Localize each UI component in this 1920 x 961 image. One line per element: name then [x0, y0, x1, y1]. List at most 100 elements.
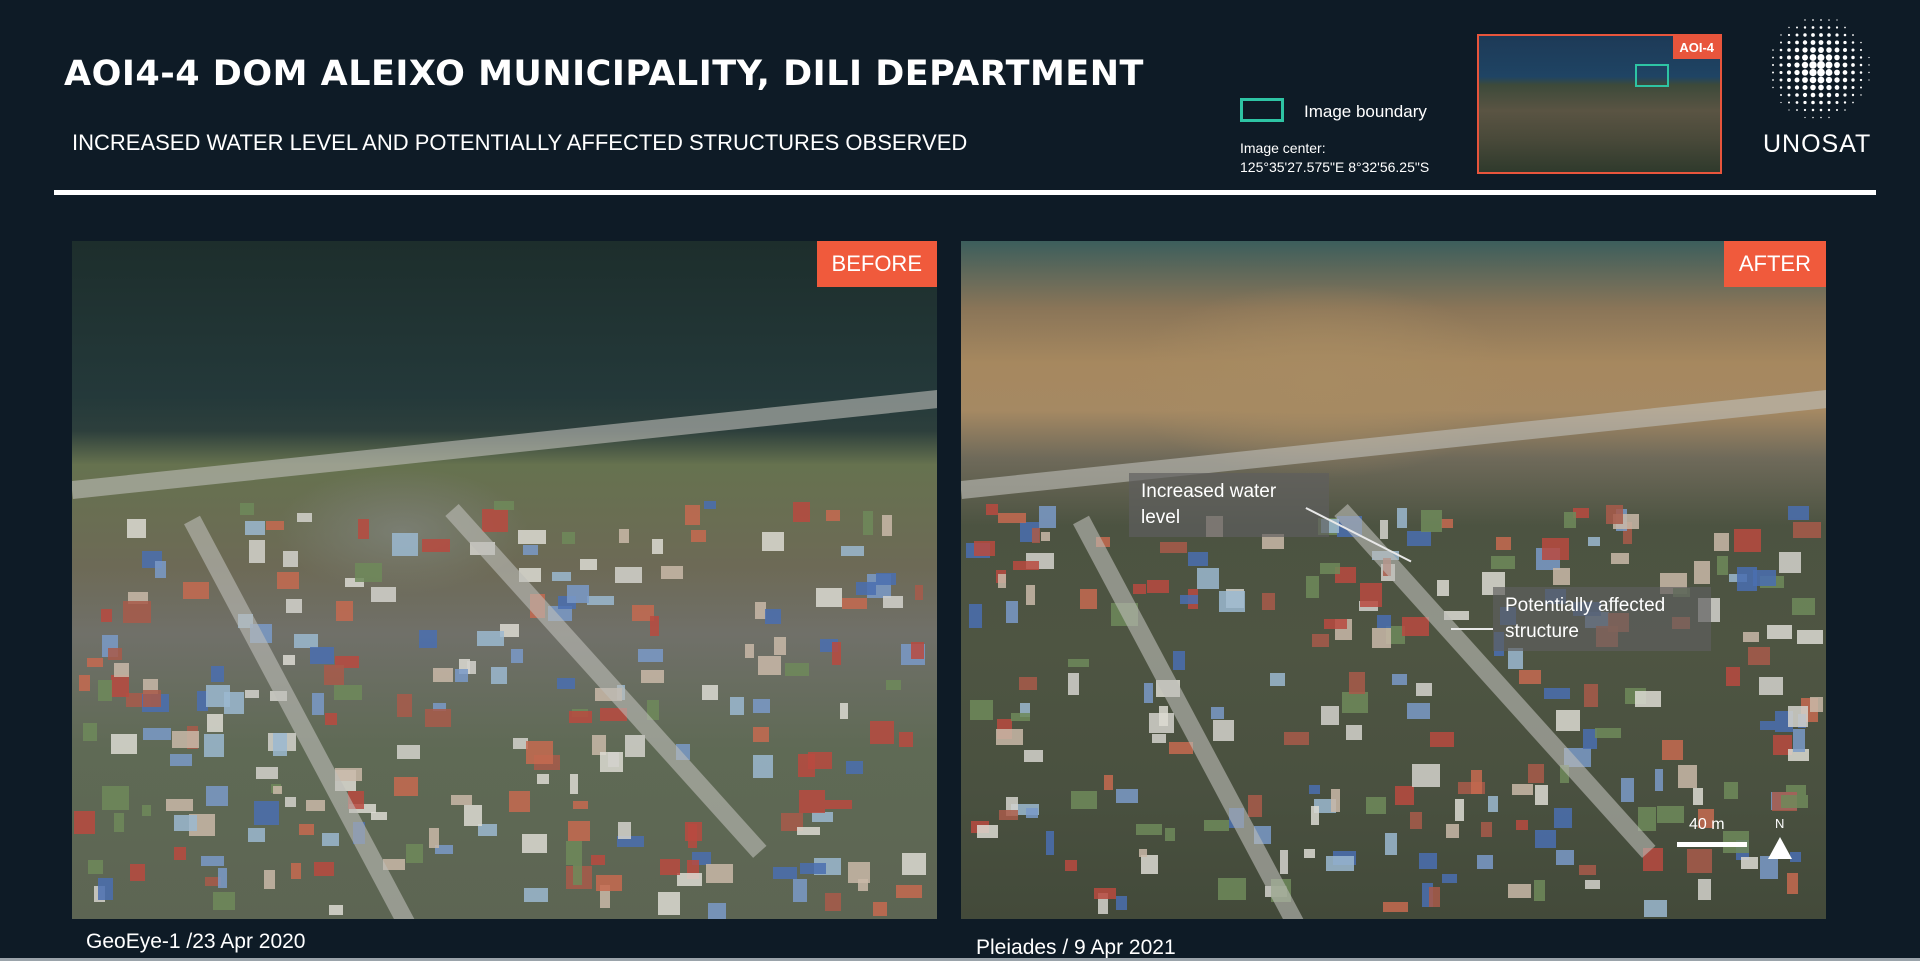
building-roof	[1792, 598, 1815, 615]
building-roof	[625, 735, 645, 757]
building-roof	[832, 642, 841, 665]
building-roof	[1407, 703, 1430, 719]
building-roof	[1080, 589, 1097, 609]
building-roof	[518, 530, 546, 544]
building-roof	[1760, 856, 1778, 879]
building-roof	[1395, 786, 1414, 805]
building-roof	[566, 841, 582, 865]
building-roof	[358, 519, 369, 539]
building-roof	[1748, 647, 1770, 665]
building-roof	[1588, 537, 1600, 546]
building-roof	[677, 873, 702, 886]
overview-inset-map: AOI-4	[1477, 34, 1722, 174]
building-roof	[143, 690, 161, 707]
building-roof	[1437, 580, 1449, 596]
building-roof	[494, 501, 514, 510]
building-roof	[371, 587, 396, 602]
building-roof	[201, 856, 224, 866]
building-roof	[142, 805, 151, 816]
building-roof	[661, 566, 683, 579]
building-roof	[422, 539, 450, 552]
building-roof	[977, 825, 998, 838]
building-roof	[240, 503, 254, 515]
building-roof	[79, 675, 90, 691]
building-roof	[455, 669, 468, 682]
building-roof	[108, 648, 122, 660]
building-roof	[1006, 601, 1018, 623]
building-roof	[708, 903, 726, 919]
building-roof	[336, 601, 353, 621]
building-roof	[873, 902, 887, 916]
building-roof	[174, 815, 197, 831]
building-roof	[758, 656, 781, 675]
building-roof	[1248, 795, 1262, 817]
building-roof	[840, 703, 848, 719]
building-roof	[1793, 522, 1821, 538]
building-roof	[568, 821, 590, 841]
building-roof	[266, 521, 284, 530]
building-roof	[425, 709, 451, 727]
building-roof	[322, 833, 339, 846]
building-roof	[522, 834, 547, 853]
building-roof	[1032, 528, 1040, 543]
building-roof	[1542, 538, 1569, 560]
callout-increased-water-level: Increased water level	[1129, 473, 1329, 537]
building-roof	[999, 810, 1018, 820]
building-roof	[793, 502, 810, 522]
image-center-label: Image center:	[1240, 140, 1326, 156]
building-roof	[863, 511, 873, 535]
building-roof	[170, 754, 192, 766]
building-roof	[1635, 691, 1661, 707]
building-roof	[87, 658, 103, 667]
building-roof	[1309, 785, 1320, 794]
building-roof	[114, 813, 124, 832]
building-roof	[1306, 576, 1319, 598]
building-roof	[143, 728, 171, 740]
building-roof	[1284, 732, 1309, 745]
building-roof	[1693, 788, 1703, 805]
building-roof	[793, 879, 807, 902]
building-roof	[1724, 782, 1738, 799]
inset-aoi-tag: AOI-4	[1673, 36, 1720, 59]
building-roof	[306, 800, 325, 811]
image-boundary-swatch	[1240, 98, 1284, 122]
building-roof	[325, 713, 337, 725]
building-roof	[1041, 532, 1050, 541]
building-roof	[224, 692, 244, 714]
building-roof	[297, 513, 312, 522]
building-roof	[730, 697, 744, 715]
building-roof	[660, 859, 680, 875]
building-roof	[706, 864, 733, 883]
building-roof	[1024, 750, 1043, 762]
building-roof	[1535, 830, 1556, 848]
building-roof	[1621, 778, 1634, 802]
building-roof	[1270, 673, 1285, 686]
building-roof	[1160, 542, 1187, 553]
building-roof	[1657, 806, 1684, 823]
building-roof	[1026, 585, 1035, 605]
building-roof	[127, 519, 146, 538]
building-roof	[1324, 619, 1347, 629]
building-roof	[552, 572, 571, 581]
building-roof	[1159, 706, 1168, 726]
building-roof	[1553, 568, 1570, 585]
building-roof	[256, 767, 278, 779]
building-roof	[841, 546, 864, 556]
callout-potentially-affected-structure: Potentially affected structure	[1493, 587, 1711, 651]
building-roof	[1383, 902, 1408, 912]
building-roof	[1491, 556, 1515, 569]
building-roof	[1698, 879, 1711, 900]
building-roof	[1019, 677, 1037, 690]
building-roof	[1534, 880, 1545, 901]
building-roof	[1262, 593, 1275, 610]
building-roof	[825, 893, 841, 911]
building-roof	[1644, 900, 1667, 917]
building-roof	[799, 790, 825, 813]
building-roof	[1528, 764, 1544, 783]
building-roof	[587, 596, 614, 605]
building-roof	[245, 521, 265, 535]
building-roof	[1419, 853, 1437, 869]
building-roof	[1144, 683, 1153, 703]
building-roof	[314, 862, 334, 876]
building-roof	[856, 582, 876, 595]
